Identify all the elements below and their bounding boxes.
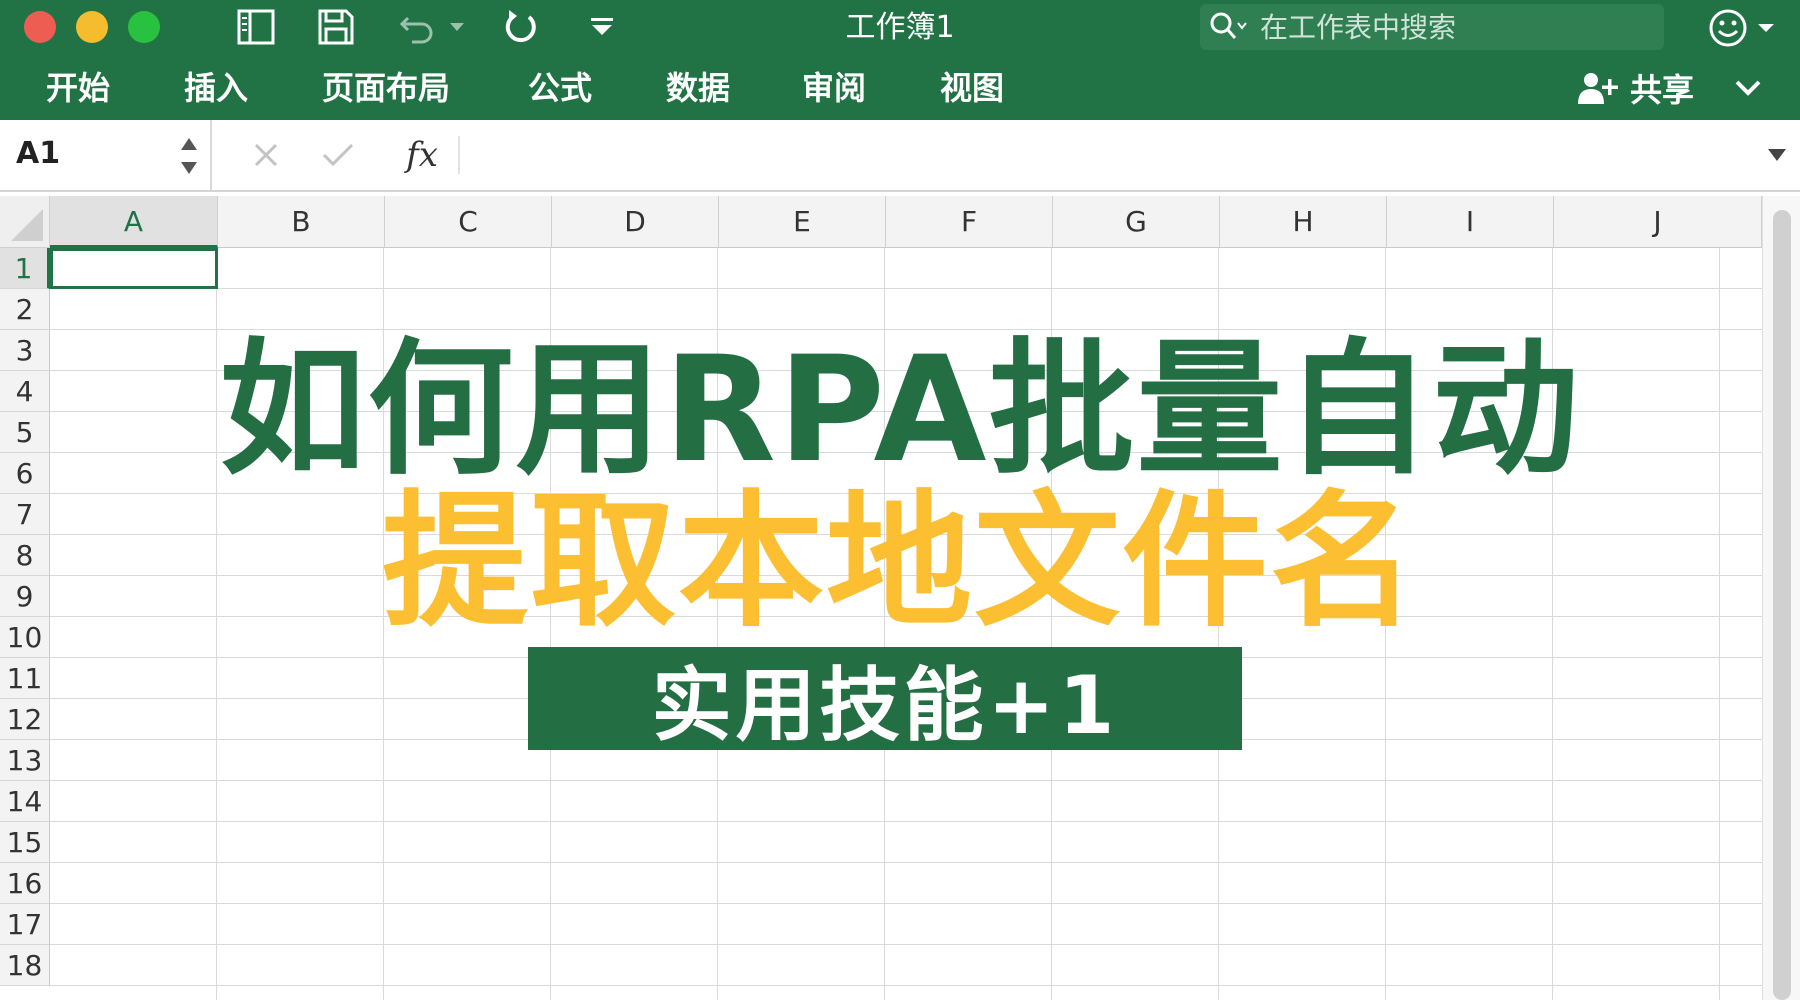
column-header-d[interactable]: D <box>552 196 719 248</box>
chevron-down-icon <box>1735 80 1761 96</box>
column-header-g[interactable]: G <box>1053 196 1220 248</box>
select-all-button[interactable] <box>0 196 50 248</box>
undo-dropdown-icon[interactable] <box>448 21 466 33</box>
column-header-f[interactable]: F <box>886 196 1053 248</box>
close-window-button[interactable] <box>24 11 56 43</box>
column-header-a[interactable]: A <box>50 196 218 248</box>
row-header-12[interactable]: 12 <box>0 699 50 740</box>
row-header-18[interactable]: 18 <box>0 945 50 986</box>
tab-data[interactable]: 数据 <box>666 68 730 108</box>
expand-formula-icon[interactable] <box>1764 142 1790 168</box>
column-header-e[interactable]: E <box>719 196 886 248</box>
search-icon <box>1200 4 1256 50</box>
undo-button[interactable] <box>392 6 472 48</box>
promo-subheadline: 提取本地文件名 <box>382 477 1418 647</box>
row-header-16[interactable]: 16 <box>0 863 50 904</box>
search-input[interactable] <box>1256 7 1664 47</box>
column-header-h[interactable]: H <box>1220 196 1387 248</box>
name-box-value: A1 <box>16 136 61 171</box>
insert-function-button[interactable]: fx <box>396 132 448 178</box>
share-button[interactable]: 共享 <box>1576 66 1762 110</box>
window-title: 工作簿1 <box>845 10 955 45</box>
sheet-search[interactable] <box>1200 4 1664 50</box>
column-header-b[interactable]: B <box>218 196 385 248</box>
tab-home[interactable]: 开始 <box>46 68 110 108</box>
redo-icon <box>505 10 536 43</box>
feedback-button[interactable] <box>1702 6 1790 50</box>
maximize-window-button[interactable] <box>128 11 160 43</box>
redo-button[interactable] <box>498 6 546 48</box>
add-person-icon <box>1578 73 1618 104</box>
row-header-17[interactable]: 17 <box>0 904 50 945</box>
save-icon <box>318 9 354 45</box>
tab-review[interactable]: 审阅 <box>802 68 866 108</box>
close-icon <box>254 143 278 167</box>
selected-cell-a1[interactable] <box>50 248 218 289</box>
row-header-1[interactable]: 1 <box>0 248 50 289</box>
sidebar-toggle-button[interactable] <box>232 6 280 48</box>
row-header-15[interactable]: 15 <box>0 822 50 863</box>
row-header-14[interactable]: 14 <box>0 781 50 822</box>
tab-insert[interactable]: 插入 <box>184 68 248 108</box>
row-header-11[interactable]: 11 <box>0 658 50 699</box>
promo-tagline-banner: 实用技能+1 <box>528 647 1242 752</box>
customize-toolbar-icon <box>591 18 613 35</box>
promo-headline: 如何用RPA批量自动 <box>219 325 1581 495</box>
share-label: 共享 <box>1630 71 1695 109</box>
tab-formulas[interactable]: 公式 <box>528 68 592 108</box>
title-bar: 工作簿1 <box>0 0 1800 56</box>
sidebar-icon <box>237 9 275 45</box>
save-button[interactable] <box>312 6 360 48</box>
undo-icon <box>399 16 433 44</box>
formula-input[interactable] <box>470 132 1744 180</box>
checkmark-icon <box>322 143 354 167</box>
row-header-13[interactable]: 13 <box>0 740 50 781</box>
promo-tagline: 实用技能+1 <box>651 658 1119 752</box>
smiley-icon <box>1709 9 1774 47</box>
minimize-window-button[interactable] <box>76 11 108 43</box>
ribbon-tabs: 开始 插入 页面布局 公式 数据 审阅 视图 共享 <box>0 56 1800 120</box>
stepper-icon[interactable] <box>176 132 202 180</box>
tab-page-layout[interactable]: 页面布局 <box>322 68 450 108</box>
formula-separator <box>458 136 460 174</box>
name-box[interactable]: A1 <box>0 120 212 190</box>
cancel-entry-button[interactable] <box>244 132 288 178</box>
confirm-entry-button[interactable] <box>316 132 360 178</box>
formula-bar: A1 fx <box>0 120 1800 192</box>
collapse-ribbon-button[interactable] <box>1734 79 1762 97</box>
column-header-i[interactable]: I <box>1387 196 1554 248</box>
row-header-2[interactable]: 2 <box>0 289 50 330</box>
column-header-j[interactable]: J <box>1554 196 1762 248</box>
column-header-c[interactable]: C <box>385 196 552 248</box>
customize-toolbar-button[interactable] <box>580 6 624 48</box>
tab-view[interactable]: 视图 <box>940 68 1004 108</box>
